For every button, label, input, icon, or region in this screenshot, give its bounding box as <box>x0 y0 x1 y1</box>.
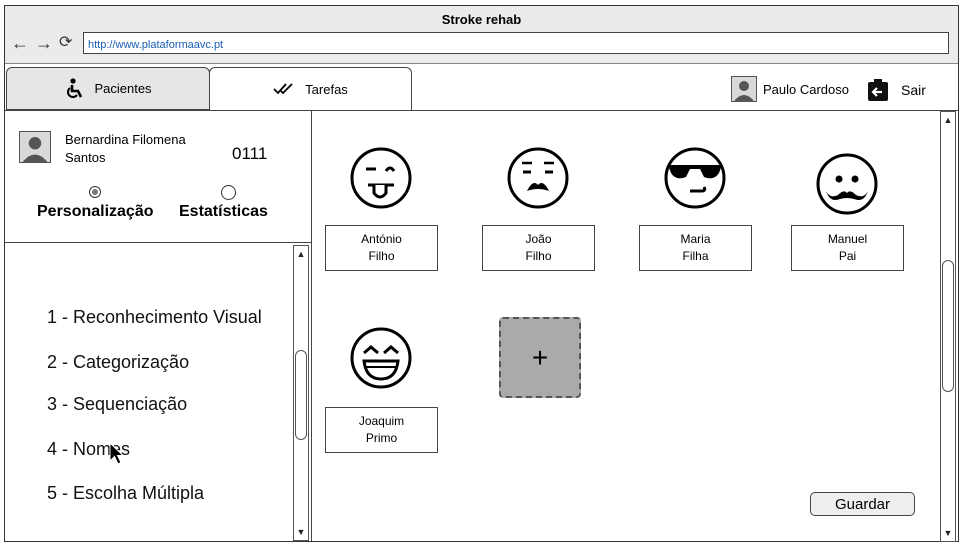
logout-icon <box>868 79 888 101</box>
card-relation: Filho <box>525 249 552 263</box>
patient-name-line2: Santos <box>65 150 106 165</box>
family-card-antonio[interactable]: António Filho <box>325 225 438 271</box>
url-bar[interactable]: http://www.plataformaavc.pt <box>83 32 949 54</box>
scroll-up-icon[interactable]: ▲ <box>941 113 955 127</box>
radio-personalizacao[interactable] <box>89 186 101 198</box>
scroll-up-icon[interactable]: ▲ <box>294 247 308 261</box>
curly-mustache-face-icon <box>816 153 878 215</box>
card-name: João <box>525 232 552 246</box>
card-relation: Filho <box>368 249 395 263</box>
laughing-face-icon <box>350 327 412 389</box>
menu-item-reconhecimento[interactable]: 1 - Reconhecimento Visual <box>47 307 262 328</box>
scroll-down-icon[interactable]: ▼ <box>941 526 955 540</box>
reload-icon[interactable]: ⟳ <box>59 35 72 51</box>
panel-divider <box>5 242 311 243</box>
mustache-face-icon <box>507 147 569 209</box>
family-card-maria[interactable]: Maria Filha <box>639 225 752 271</box>
patient-name-line1: Bernardina Filomena <box>65 132 186 147</box>
tab-tarefas[interactable]: Tarefas <box>209 67 412 110</box>
card-name: Maria <box>680 232 711 246</box>
left-scrollbar[interactable]: ▲ ▼ <box>293 245 309 541</box>
add-person-button[interactable]: + <box>499 317 581 398</box>
tab-pacientes-label: Pacientes <box>94 81 152 96</box>
scroll-thumb[interactable] <box>295 350 307 440</box>
user-info[interactable]: Paulo Cardoso <box>731 76 849 102</box>
title-bar: Stroke rehab ← → ⟳ http://www.plataforma… <box>5 6 958 64</box>
left-panel: Bernardina Filomena Santos 0111 Personal… <box>5 111 312 541</box>
patient-id: 0111 <box>232 144 268 163</box>
scroll-thumb[interactable] <box>942 260 954 392</box>
card-relation: Pai <box>838 249 857 263</box>
card-name: António <box>361 232 402 246</box>
menu-item-categorizacao[interactable]: 2 - Categorização <box>47 352 189 373</box>
user-name: Paulo Cardoso <box>763 81 849 97</box>
patient-name: Bernardina Filomena Santos <box>65 131 215 167</box>
logout-button[interactable]: Sair <box>867 78 926 102</box>
right-scrollbar[interactable]: ▲ ▼ <box>940 111 956 542</box>
user-avatar-icon <box>731 76 757 102</box>
card-name: Manuel <box>827 232 868 246</box>
sunglasses-face-icon <box>664 147 726 209</box>
label-personalizacao[interactable]: Personalização <box>37 203 154 221</box>
scroll-down-icon[interactable]: ▼ <box>294 525 308 539</box>
patient-card: Bernardina Filomena Santos <box>19 131 215 167</box>
forward-arrow-icon[interactable]: → <box>35 34 53 52</box>
double-check-icon <box>273 83 293 95</box>
window-title: Stroke rehab <box>441 12 522 27</box>
radio-estatisticas[interactable] <box>221 185 236 200</box>
menu-item-escolha-multipla[interactable]: 5 - Escolha Múltipla <box>47 483 204 504</box>
card-relation: Filha <box>682 249 709 263</box>
label-estatisticas[interactable]: Estatísticas <box>179 203 268 221</box>
family-card-manuel[interactable]: Manuel Pai <box>791 225 904 271</box>
card-relation: Primo <box>365 431 398 445</box>
wheelchair-icon <box>67 77 83 98</box>
family-card-joaquim[interactable]: Joaquim Primo <box>325 407 438 453</box>
family-card-joao[interactable]: João Filho <box>482 225 595 271</box>
back-arrow-icon[interactable]: ← <box>11 34 29 52</box>
card-name: Joaquim <box>358 414 405 428</box>
tab-tarefas-label: Tarefas <box>305 81 348 97</box>
save-button[interactable]: Guardar <box>810 492 915 516</box>
tongue-face-icon <box>350 147 412 209</box>
mouse-cursor-icon <box>109 442 125 465</box>
menu-item-sequenciacao[interactable]: 3 - Sequenciação <box>47 394 187 415</box>
logout-label: Sair <box>901 82 926 98</box>
tab-pacientes[interactable]: Pacientes <box>6 67 210 110</box>
browser-window: Stroke rehab ← → ⟳ http://www.plataforma… <box>4 5 959 542</box>
patient-avatar-icon <box>19 131 51 163</box>
